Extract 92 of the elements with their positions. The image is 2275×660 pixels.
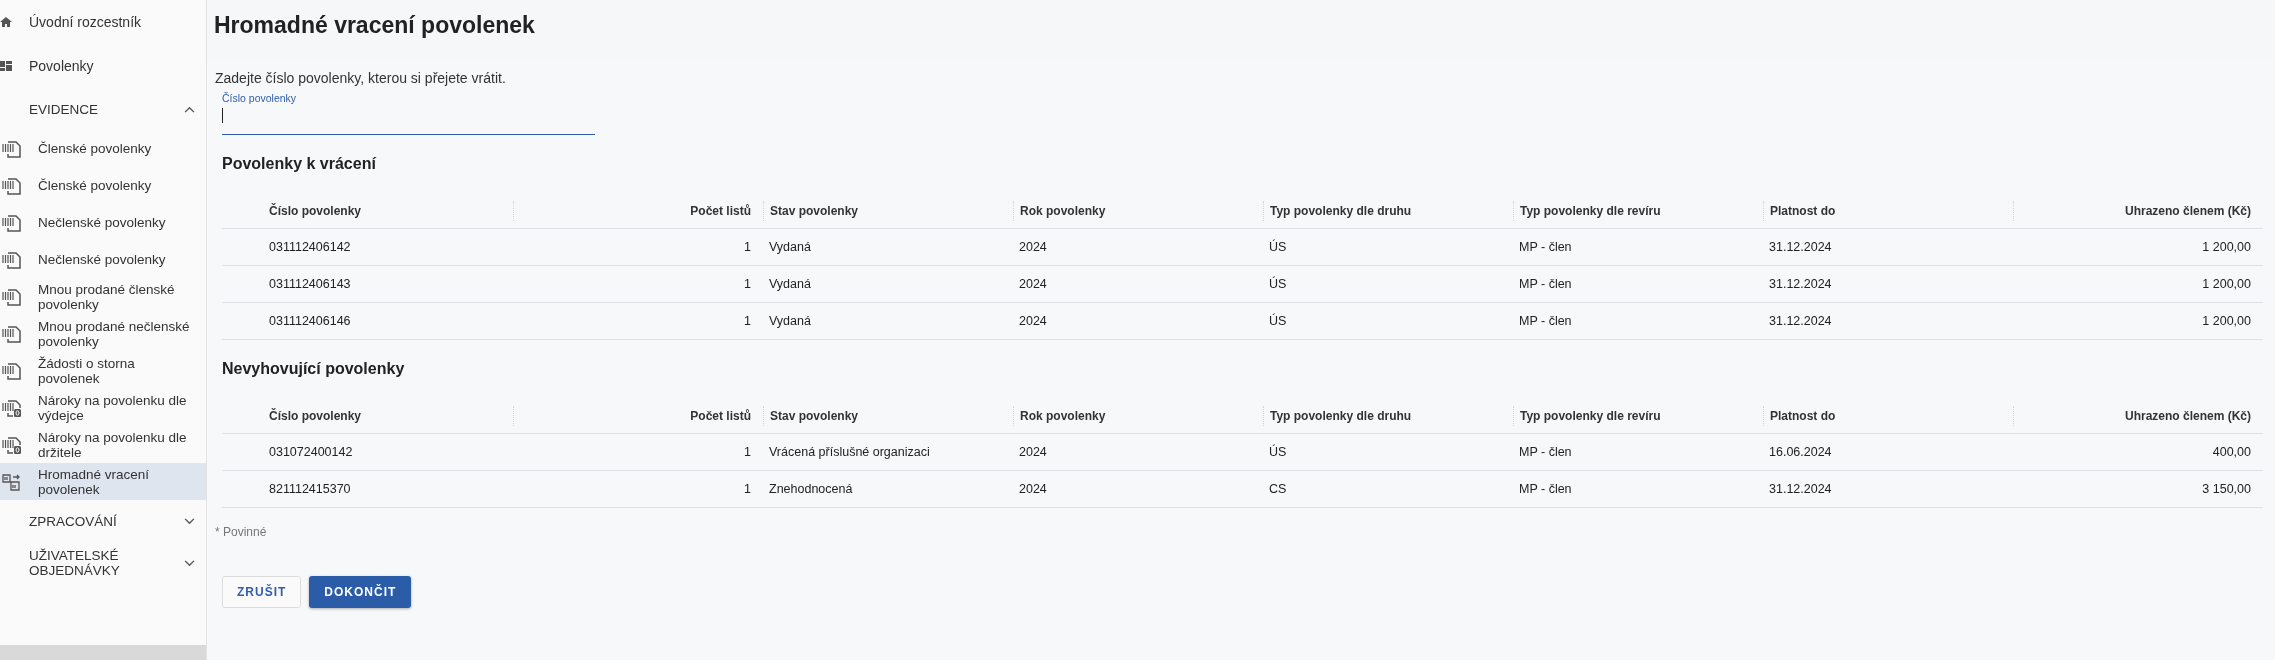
table-title: Nevyhovující povolenky (222, 359, 406, 379)
table-cell-text: CS (1268, 482, 1288, 496)
finish-button[interactable]: DOKONČIT (309, 576, 412, 608)
table-cell-text: 2024 (1018, 445, 1048, 459)
column-header[interactable]: Typ povolenky dle druhu (1263, 406, 1513, 426)
column-header[interactable]: Rok povolenky (1013, 406, 1263, 426)
cancel-button[interactable]: ZRUŠIT (222, 576, 302, 608)
section-header[interactable]: EVIDENCE (0, 88, 206, 130)
document-icon (2, 360, 22, 381)
table-cell-text: ÚS (1268, 277, 1288, 291)
table-cell-text: 1 200,00 (2201, 314, 2252, 328)
dashboard-icon (0, 60, 12, 72)
permit-number-field[interactable]: Číslo povolenky (222, 90, 595, 135)
document-icon (2, 323, 22, 344)
nav-item[interactable]: Povolenky (0, 44, 206, 88)
table-cell-text: 031112406142 (268, 240, 352, 254)
document-icon (2, 286, 22, 307)
table-cell-text: 031112406146 (268, 314, 352, 328)
nav-item[interactable]: Členské povolenky (0, 167, 206, 204)
table-cell-text: 1 200,00 (2201, 277, 2252, 291)
column-header[interactable]: Uhrazeno členem (Kč) (2013, 201, 2263, 221)
table-cell-text: MP - člen (1518, 277, 1573, 291)
table-cell-text: 031072400142 (268, 445, 354, 459)
nav-item[interactable]: Žádosti o storna povolenek (0, 352, 206, 389)
section-header[interactable]: UŽIVATELSKÉ OBJEDNÁVKY (0, 542, 206, 584)
nav-item[interactable]: Úvodní rozcestník (0, 0, 206, 44)
table-cell-text: 31.12.2024 (1768, 240, 1833, 254)
table-cell-text: 821112415370 (268, 482, 352, 496)
chevron-icon (184, 105, 195, 113)
chevron-icon (184, 559, 195, 567)
table-cell-text: Vydaná (768, 277, 812, 291)
nav-item[interactable]: Mnou prodané členské povolenky (0, 278, 206, 315)
column-header[interactable]: Počet listů (513, 201, 763, 221)
document-swap-icon (2, 471, 22, 492)
table-cell-text: Znehodnocená (768, 482, 854, 496)
section-header[interactable]: ZPRACOVÁNÍ (0, 500, 206, 542)
table-cell-text: 3 150,00 (2201, 482, 2252, 496)
column-header[interactable]: Stav povolenky (763, 406, 1013, 426)
table-cell-text: MP - člen (1518, 240, 1573, 254)
column-header[interactable]: Typ povolenky dle druhu (1263, 201, 1513, 221)
document-icon (2, 138, 22, 159)
table-title: Povolenky k vrácení (222, 154, 377, 174)
table-cell-text: 31.12.2024 (1768, 314, 1833, 328)
page-title: Hromadné vracení povolenek (214, 11, 536, 39)
column-header[interactable]: Platnost do (1763, 201, 2013, 221)
column-header[interactable]: Počet listů (513, 406, 763, 426)
table-cell-text: ÚS (1268, 445, 1288, 459)
table-cell-text: 1 (743, 314, 752, 328)
table-cell-text: 400,00 (2211, 445, 2252, 459)
table-cell-text: 31.12.2024 (1768, 482, 1833, 496)
nav-item[interactable]: Nároky na povolenku dle držitele (0, 426, 206, 463)
column-header[interactable]: Platnost do (1763, 406, 2013, 426)
table-cell-text: 1 (743, 482, 752, 496)
column-header[interactable]: Stav povolenky (763, 201, 1013, 221)
nav-item[interactable]: Mnou prodané nečlenské povolenky (0, 315, 206, 352)
table-cell-text: Vrácená příslušné organizaci (768, 445, 931, 459)
column-header[interactable]: Číslo povolenky (222, 201, 513, 221)
table-cell-text: 2024 (1018, 277, 1048, 291)
table-cell-text: 1 200,00 (2201, 240, 2252, 254)
table-cell-text: MP - člen (1518, 314, 1573, 328)
nav-item[interactable]: Nečlenské povolenky (0, 204, 206, 241)
table-cell-text: 1 (743, 240, 752, 254)
chevron-icon (184, 517, 195, 525)
table-cell-text: Vydaná (768, 314, 812, 328)
table-cell-text: 31.12.2024 (1768, 277, 1833, 291)
document-icon (2, 249, 22, 270)
table-cell-text: 031112406143 (268, 277, 352, 291)
table-cell-text: 1 (743, 277, 752, 291)
home-icon (0, 16, 12, 28)
instruction-text: Zadejte číslo povolenky, kterou si přejete vrátit. (215, 70, 507, 86)
nav-item[interactable]: Hromadné vracení povolenek (0, 463, 206, 500)
column-header[interactable]: Typ povolenky dle revíru (1513, 406, 1763, 426)
table-cell-text: 16.06.2024 (1768, 445, 1833, 459)
table-cell-text: Vydaná (768, 240, 812, 254)
document-icon (2, 212, 22, 233)
document-icon (2, 175, 22, 196)
nav-item[interactable]: Nároky na povolenku dle výdejce (0, 389, 206, 426)
table-cell-text: MP - člen (1518, 445, 1573, 459)
nav-item[interactable]: Nečlenské povolenky (0, 241, 206, 278)
column-header[interactable]: Rok povolenky (1013, 201, 1263, 221)
column-header[interactable]: Uhrazeno členem (Kč) (2013, 406, 2263, 426)
required-note: * Povinné (215, 525, 268, 539)
table-cell-text: MP - člen (1518, 482, 1573, 496)
nav-item[interactable]: Členské povolenky (0, 130, 206, 167)
table-cell-text: ÚS (1268, 314, 1288, 328)
table-cell-text: 2024 (1018, 482, 1048, 496)
column-header[interactable]: Číslo povolenky (222, 406, 513, 426)
column-header[interactable]: Typ povolenky dle revíru (1513, 201, 1763, 221)
table-cell-text: 2024 (1018, 240, 1048, 254)
table-cell-text: 2024 (1018, 314, 1048, 328)
table-cell-text: ÚS (1268, 240, 1288, 254)
table-cell-text: 1 (743, 445, 752, 459)
